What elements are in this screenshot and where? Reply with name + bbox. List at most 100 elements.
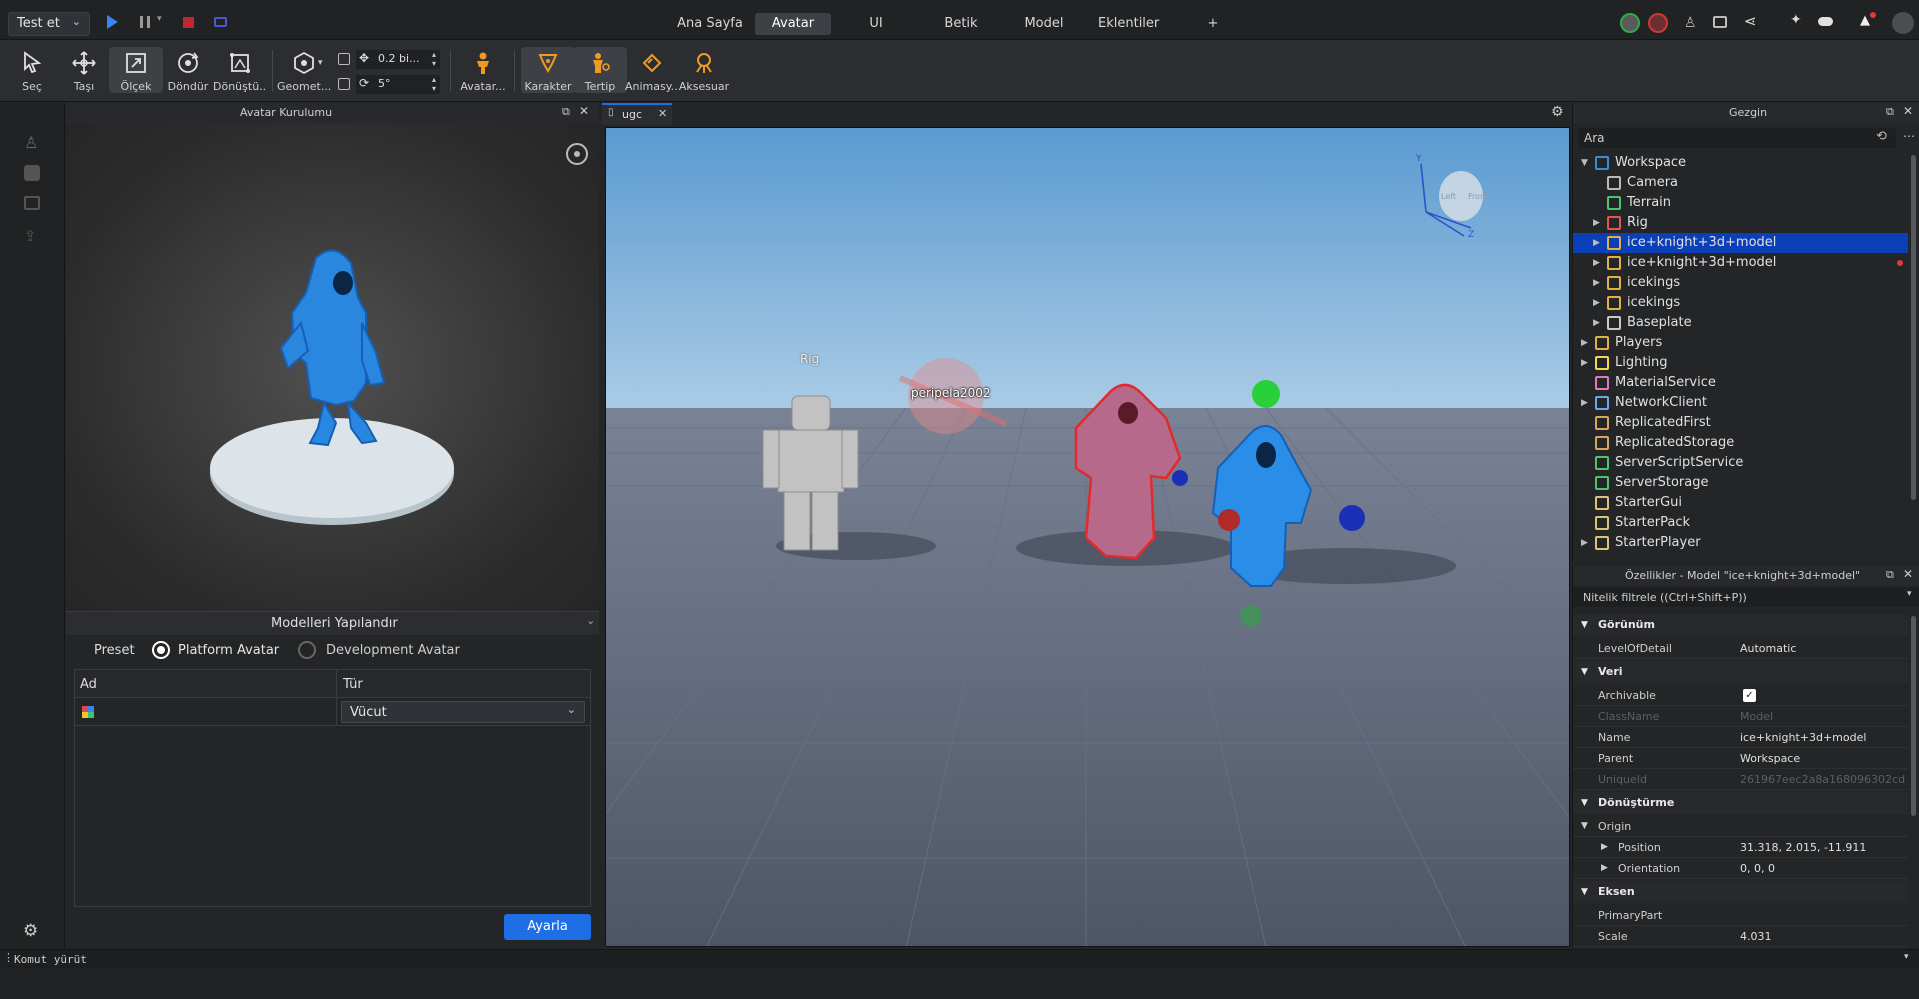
property-filter[interactable]: Nitelik filtrele ((Ctrl+Shift+P)) ▾ (1573, 587, 1919, 607)
tree-item[interactable]: Camera (1573, 173, 1908, 193)
rotate-tool[interactable]: Döndür (161, 50, 215, 93)
rotate-snap-field[interactable]: ⟳ 5° ▴ ▾ (356, 75, 440, 94)
apply-button[interactable]: Ayarla (504, 914, 591, 940)
play-icon[interactable] (107, 15, 118, 29)
accessory-tool[interactable]: Aksesuar (677, 50, 731, 93)
tab-add[interactable]: + (1203, 13, 1223, 35)
expand-arrow-down-icon[interactable]: ▼ (1581, 881, 1588, 903)
rotate-snap-checkbox[interactable] (338, 78, 350, 90)
tree-item[interactable]: ▶ icekings (1573, 273, 1908, 293)
property-row[interactable]: Position ▶ 31.318, 2.015, -11.911 (1573, 837, 1908, 858)
collapse-icon[interactable]: ⌄ (586, 614, 595, 627)
expand-arrow-down-icon[interactable]: ▼ (1581, 816, 1588, 837)
property-value[interactable]: 4.031 (1740, 926, 1905, 947)
tree-item[interactable]: Terrain (1573, 193, 1908, 213)
video-icon[interactable] (24, 196, 40, 210)
pause-icon[interactable] (140, 16, 150, 28)
development-avatar-radio[interactable] (298, 641, 316, 659)
property-row[interactable]: Orientation ▶ 0, 0, 0 (1573, 858, 1908, 879)
3d-viewport[interactable]: Left Front Y Z Rig peripela2002 (605, 127, 1570, 947)
tree-item[interactable]: MaterialService (1573, 373, 1908, 393)
animation-tool[interactable]: Animasy... (625, 50, 679, 93)
expand-arrow-right-icon[interactable]: ▶ (1593, 313, 1603, 333)
avatar-tool[interactable]: Avatar... (456, 50, 510, 93)
move-snap-checkbox[interactable] (338, 53, 350, 65)
settings-gear-icon[interactable]: ⚙ (23, 921, 41, 941)
close-icon[interactable]: ✕ (579, 104, 589, 118)
expand-arrow-down-icon[interactable]: ▼ (1581, 614, 1588, 636)
type-dropdown[interactable]: Vücut ⌄ (341, 701, 585, 723)
table-row[interactable]: Vücut ⌄ (75, 698, 590, 726)
expand-arrow-down-icon[interactable]: ▼ (1581, 153, 1591, 173)
tree-item[interactable]: ServerStorage (1573, 473, 1908, 493)
tab-ui[interactable]: UI (856, 13, 896, 35)
scale-tool[interactable]: Ölçek (109, 47, 163, 93)
character-tool[interactable]: Karakter (521, 47, 575, 93)
figure-icon[interactable]: ♙ (24, 133, 42, 152)
tab-home[interactable]: Ana Sayfa (672, 13, 748, 35)
expand-arrow-right-icon[interactable]: ▶ (1593, 293, 1603, 313)
tab-avatar[interactable]: Avatar (755, 13, 831, 35)
avatar-preview[interactable] (66, 123, 599, 611)
tree-item[interactable]: ▶ Baseplate (1573, 313, 1908, 333)
tree-item[interactable]: StarterPack (1573, 513, 1908, 533)
rig-tool[interactable]: Tertip (573, 47, 627, 93)
expand-arrow-right-icon[interactable]: ▶ (1593, 273, 1603, 293)
expand-arrow-right-icon[interactable]: ▶ (1581, 333, 1591, 353)
share-icon[interactable]: ⋖ (1744, 12, 1757, 30)
platform-avatar-label[interactable]: Platform Avatar (178, 643, 279, 658)
tab-plugins[interactable]: Eklentiler (1098, 13, 1159, 35)
property-row[interactable]: LevelOfDetail Automatic (1573, 638, 1908, 659)
popout-icon[interactable]: ⧉ (1886, 105, 1894, 119)
select-tool[interactable]: Seç (5, 50, 59, 93)
stepper-icon[interactable]: ▴ ▾ (432, 75, 436, 93)
property-row[interactable]: Parent Workspace (1573, 748, 1908, 769)
history-icon[interactable]: ⟲ (1876, 129, 1887, 144)
property-value[interactable]: 31.318, 2.015, -11.911 (1740, 837, 1905, 858)
tree-item[interactable]: ▶ NetworkClient (1573, 393, 1908, 413)
user-icon[interactable]: ♙ (1684, 15, 1697, 31)
chat-icon[interactable] (1713, 16, 1727, 28)
expand-arrow-right-icon[interactable]: ▶ (1593, 213, 1603, 233)
command-bar[interactable]: ⋮ Komut yürüt ▾ (0, 949, 1919, 969)
stop-icon[interactable] (183, 17, 194, 28)
property-row[interactable]: Scale 4.031 (1573, 926, 1908, 947)
transform-tool[interactable]: Dönüştü... (213, 50, 267, 93)
tree-item[interactable]: ReplicatedStorage (1573, 433, 1908, 453)
viewport-settings-icon[interactable]: ⚙ (1551, 104, 1564, 120)
notification-bell-icon[interactable]: ▲ (1860, 13, 1870, 28)
cloud-icon[interactable] (1818, 17, 1833, 26)
expand-arrow-right-icon[interactable]: ▶ (1593, 233, 1603, 253)
property-value[interactable]: ice+knight+3d+model (1740, 727, 1905, 748)
face-icon[interactable] (24, 165, 40, 181)
property-row[interactable]: PrimaryPart (1573, 905, 1908, 926)
account-avatar[interactable] (1892, 12, 1914, 34)
property-row[interactable]: UniqueId 261967eec2a8a168096302cd... (1573, 769, 1908, 790)
property-row[interactable]: ClassName Model (1573, 706, 1908, 727)
popout-icon[interactable]: ⧉ (562, 105, 570, 119)
property-section[interactable]: ▼ Eksen (1573, 881, 1908, 903)
expand-arrow-down-icon[interactable]: ▼ (1581, 661, 1588, 683)
close-icon[interactable]: ✕ (1903, 567, 1913, 581)
tree-item[interactable]: ▶ Players (1573, 333, 1908, 353)
tree-item[interactable]: ▶ StarterPlayer (1573, 533, 1908, 553)
popout-icon[interactable]: ⧉ (1886, 568, 1894, 582)
device-icon[interactable] (214, 17, 227, 27)
property-row[interactable]: Name ice+knight+3d+model (1573, 727, 1908, 748)
property-section[interactable]: ▼ Görünüm (1573, 614, 1908, 636)
tree-item[interactable]: ▶ Lighting (1573, 353, 1908, 373)
chevron-down-icon[interactable]: ▾ (1907, 589, 1912, 599)
expand-arrow-right-icon[interactable]: ▶ (1593, 253, 1603, 273)
tab-script[interactable]: Betik (937, 13, 985, 35)
tree-item[interactable]: ▼ Workspace (1573, 153, 1908, 173)
expand-arrow-down-icon[interactable]: ▼ (1581, 792, 1588, 814)
tab-model[interactable]: Model (1019, 13, 1069, 35)
property-value[interactable]: 0, 0, 0 (1740, 858, 1905, 879)
archivable-checkbox[interactable]: ✓ (1743, 689, 1756, 702)
chevron-down-icon[interactable]: ▾ (157, 14, 162, 24)
property-row[interactable]: Origin ▼ (1573, 816, 1908, 837)
chevron-down-icon[interactable]: ▾ (318, 58, 323, 68)
property-section[interactable]: ▼ Dönüştürme (1573, 792, 1908, 814)
expand-arrow-right-icon[interactable]: ▶ (1581, 393, 1591, 413)
property-value[interactable]: Automatic (1740, 638, 1905, 659)
